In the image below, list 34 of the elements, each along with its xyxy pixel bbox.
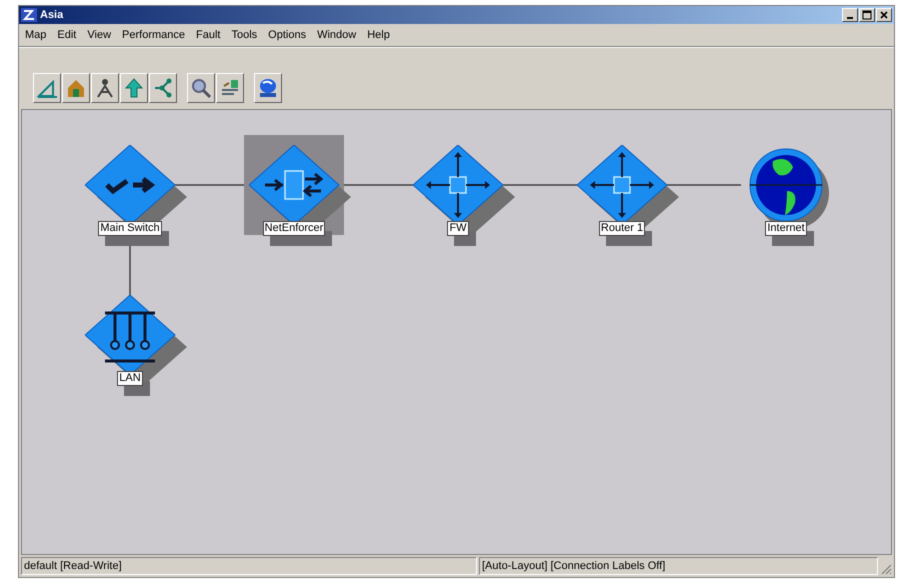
toolbar-button[interactable]: [149, 73, 177, 103]
menu-item[interactable]: View: [87, 29, 112, 41]
toolbar-button[interactable]: [120, 73, 148, 103]
toolbar-button[interactable]: [91, 73, 119, 103]
minimize-button[interactable]: [842, 8, 858, 22]
minimize-icon: [847, 17, 853, 19]
close-button[interactable]: [876, 8, 892, 22]
resize-grip-icon[interactable]: [880, 563, 892, 575]
house-icon: [65, 77, 87, 99]
toolbar-button[interactable]: [254, 73, 282, 103]
menu-item[interactable]: Edit: [57, 29, 76, 41]
toolbar-button[interactable]: [62, 73, 90, 103]
branch-icon: [152, 77, 174, 99]
toolbar-button[interactable]: [216, 73, 244, 103]
menu-item[interactable]: Fault: [196, 29, 220, 41]
globe-icon: [257, 77, 279, 99]
menu-item[interactable]: Tools: [231, 29, 258, 41]
menu-item[interactable]: Help: [367, 29, 390, 41]
maximize-icon: [862, 10, 872, 20]
status-text: [Auto-Layout] [Connection Labels Off]: [479, 557, 878, 575]
window-title: Asia: [40, 9, 64, 21]
maximize-button[interactable]: [859, 8, 875, 22]
close-icon: [879, 10, 889, 20]
menu-item[interactable]: Options: [268, 29, 306, 41]
app-icon: [21, 8, 37, 22]
up-arrow-icon: [123, 77, 145, 99]
menu-item[interactable]: Map: [25, 29, 46, 41]
toolbar-button[interactable]: [187, 73, 215, 103]
search-icon: [190, 77, 212, 99]
toolbar-button[interactable]: [33, 73, 61, 103]
triangle-icon: [36, 77, 58, 99]
status-text: default [Read-Write]: [21, 557, 477, 575]
menu-item[interactable]: Window: [317, 29, 356, 41]
menu-item[interactable]: Performance: [122, 29, 186, 41]
